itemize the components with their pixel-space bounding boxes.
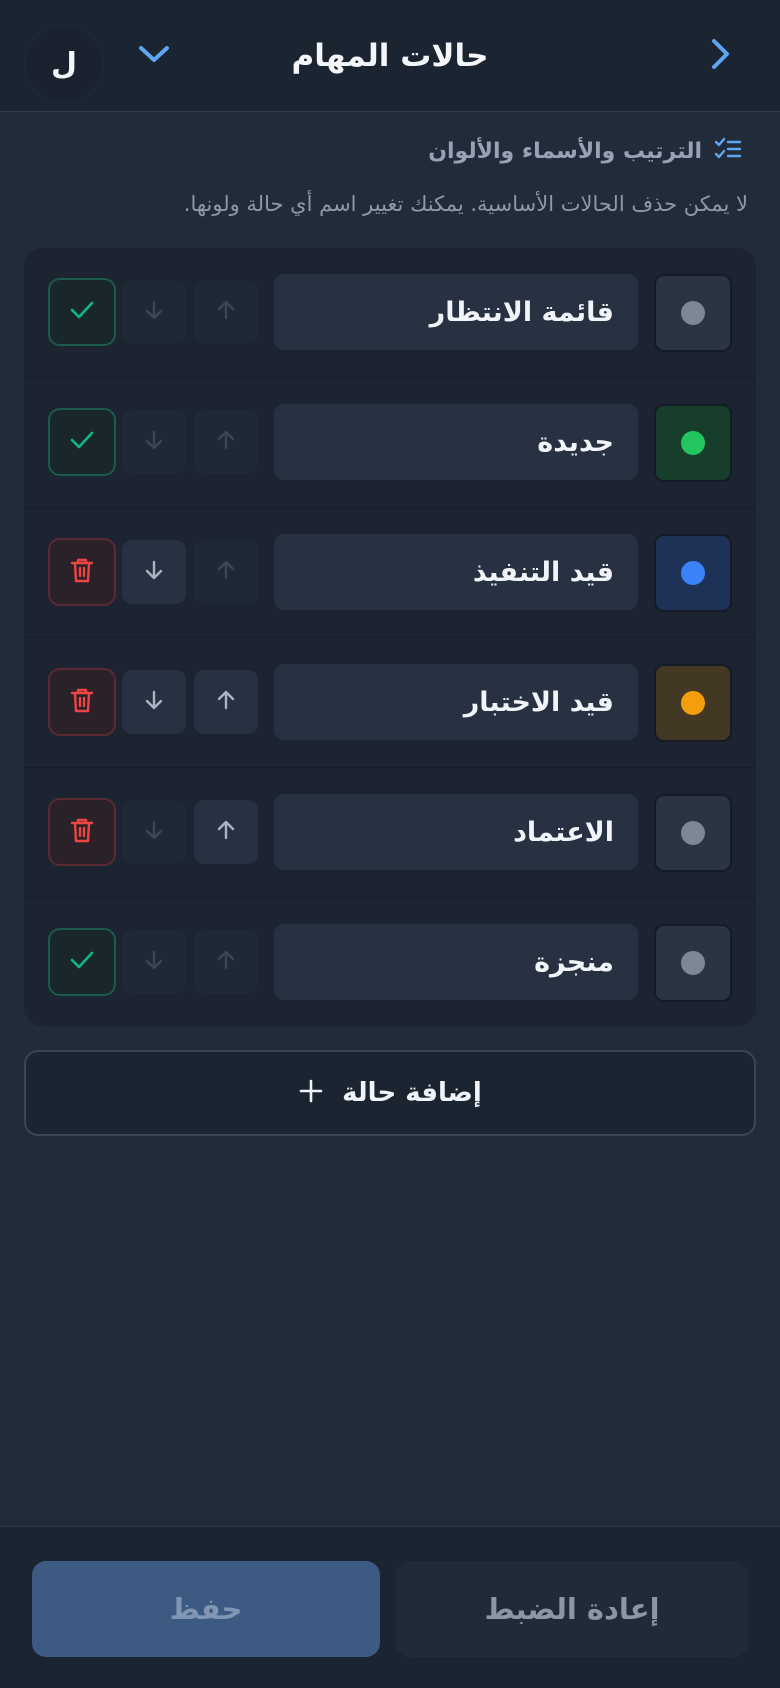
status-color-dot	[681, 691, 705, 715]
move-down-button[interactable]	[122, 930, 186, 994]
arrow-up-icon	[213, 427, 239, 457]
arrow-up-icon	[213, 297, 239, 327]
section-heading: الترتيب والأسماء والألوان	[428, 136, 742, 166]
save-button[interactable]: حفظ	[32, 1561, 380, 1657]
delete-status-button[interactable]	[48, 538, 116, 606]
move-up-button[interactable]	[194, 280, 258, 344]
status-color-swatch[interactable]	[654, 274, 732, 352]
section-heading-label: الترتيب والأسماء والألوان	[428, 138, 702, 164]
chevron-right-icon	[706, 37, 734, 75]
core-status-button[interactable]	[48, 928, 116, 996]
status-row: قائمة الانتظار	[24, 248, 756, 378]
move-down-button[interactable]	[122, 540, 186, 604]
move-up-button[interactable]	[194, 410, 258, 474]
status-color-dot	[681, 431, 705, 455]
trash-icon	[69, 556, 95, 588]
status-name-input[interactable]: جديدة	[274, 404, 638, 480]
arrow-up-icon	[213, 947, 239, 977]
status-row: منجزة	[24, 898, 756, 1026]
top-bar: حالات المهام ل	[0, 0, 780, 112]
page-title: حالات المهام	[291, 38, 489, 74]
reset-button[interactable]: إعادة الضبط	[396, 1561, 748, 1657]
delete-status-button[interactable]	[48, 798, 116, 866]
add-status-label: إضافة حالة	[342, 1078, 482, 1108]
arrow-down-icon	[141, 557, 167, 587]
status-color-swatch[interactable]	[654, 534, 732, 612]
status-row: الاعتماد	[24, 768, 756, 898]
move-down-button[interactable]	[122, 410, 186, 474]
avatar[interactable]: ل	[24, 24, 104, 104]
add-status-button[interactable]: إضافة حالة	[24, 1050, 756, 1136]
arrow-up-icon	[213, 557, 239, 587]
status-name-input[interactable]: منجزة	[274, 924, 638, 1000]
arrow-down-icon	[141, 297, 167, 327]
status-name-input[interactable]: قائمة الانتظار	[274, 274, 638, 350]
check-icon	[69, 299, 95, 325]
status-name-input[interactable]: الاعتماد	[274, 794, 638, 870]
move-up-button[interactable]	[194, 800, 258, 864]
status-color-dot	[681, 561, 705, 585]
back-button[interactable]	[700, 36, 740, 76]
status-row: جديدة	[24, 378, 756, 508]
status-row: قيد التنفيذ	[24, 508, 756, 638]
status-name-input[interactable]: قيد الاختبار	[274, 664, 638, 740]
status-color-swatch[interactable]	[654, 924, 732, 1002]
section-description: لا يمكن حذف الحالات الأساسية. يمكنك تغيي…	[183, 192, 748, 216]
arrow-down-icon	[141, 817, 167, 847]
plus-icon	[298, 1078, 324, 1108]
move-up-button[interactable]	[194, 930, 258, 994]
move-up-button[interactable]	[194, 540, 258, 604]
app-root: حالات المهام ل الترتيب والأسماء والألوان…	[0, 0, 780, 1688]
check-icon	[69, 949, 95, 975]
delete-status-button[interactable]	[48, 668, 116, 736]
footer-bar: إعادة الضبط حفظ	[0, 1526, 780, 1688]
status-color-swatch[interactable]	[654, 404, 732, 482]
status-color-swatch[interactable]	[654, 664, 732, 742]
chevron-down-icon	[137, 43, 171, 69]
arrow-down-icon	[141, 947, 167, 977]
trash-icon	[69, 686, 95, 718]
status-color-dot	[681, 821, 705, 845]
status-color-dot	[681, 301, 705, 325]
list-checks-icon	[714, 136, 742, 166]
status-row: قيد الاختبار	[24, 638, 756, 768]
arrow-down-icon	[141, 687, 167, 717]
move-down-button[interactable]	[122, 670, 186, 734]
move-down-button[interactable]	[122, 800, 186, 864]
move-down-button[interactable]	[122, 280, 186, 344]
status-color-dot	[681, 951, 705, 975]
core-status-button[interactable]	[48, 408, 116, 476]
move-up-button[interactable]	[194, 670, 258, 734]
status-name-input[interactable]: قيد التنفيذ	[274, 534, 638, 610]
core-status-button[interactable]	[48, 278, 116, 346]
status-color-swatch[interactable]	[654, 794, 732, 872]
status-list: قائمة الانتظار جديدة قيد التنفيذ قيد الاختب…	[24, 248, 756, 1026]
arrow-up-icon	[213, 817, 239, 847]
dropdown-toggle-button[interactable]	[134, 36, 174, 76]
trash-icon	[69, 816, 95, 848]
check-icon	[69, 429, 95, 455]
arrow-up-icon	[213, 687, 239, 717]
arrow-down-icon	[141, 427, 167, 457]
